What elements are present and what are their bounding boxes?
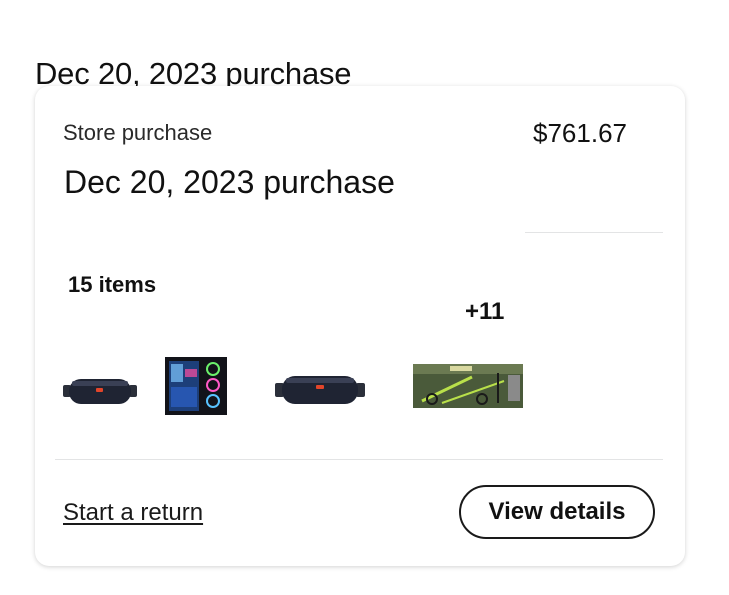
scooter-box-thumbnail[interactable] (410, 346, 526, 426)
order-card: Store purchase $761.67 Dec 20, 2023 purc… (35, 86, 685, 566)
item-thumbnails (60, 332, 580, 442)
order-title: Dec 20, 2023 purchase (64, 164, 395, 200)
order-total: $761.67 (533, 118, 627, 148)
order-header: Store purchase $761.67 (35, 110, 630, 165)
divider (55, 459, 663, 460)
bluetooth-speaker-thumbnail[interactable] (270, 346, 370, 426)
bluetooth-speaker-icon (275, 376, 365, 404)
store-purchase-label: Store purchase (63, 120, 213, 145)
more-items-count: +11 (465, 298, 505, 325)
bluetooth-speaker-thumbnail[interactable] (60, 346, 140, 426)
divider (525, 232, 663, 233)
item-count: 15 items (68, 272, 157, 297)
start-return-link[interactable]: Start a return (63, 499, 203, 527)
view-details-button[interactable]: View details (459, 485, 655, 539)
electric-scooter-box-icon (413, 364, 523, 408)
bluetooth-speaker-icon (63, 379, 137, 404)
gaming-pc-case-icon (165, 357, 227, 415)
gaming-pc-thumbnail[interactable] (160, 346, 232, 426)
